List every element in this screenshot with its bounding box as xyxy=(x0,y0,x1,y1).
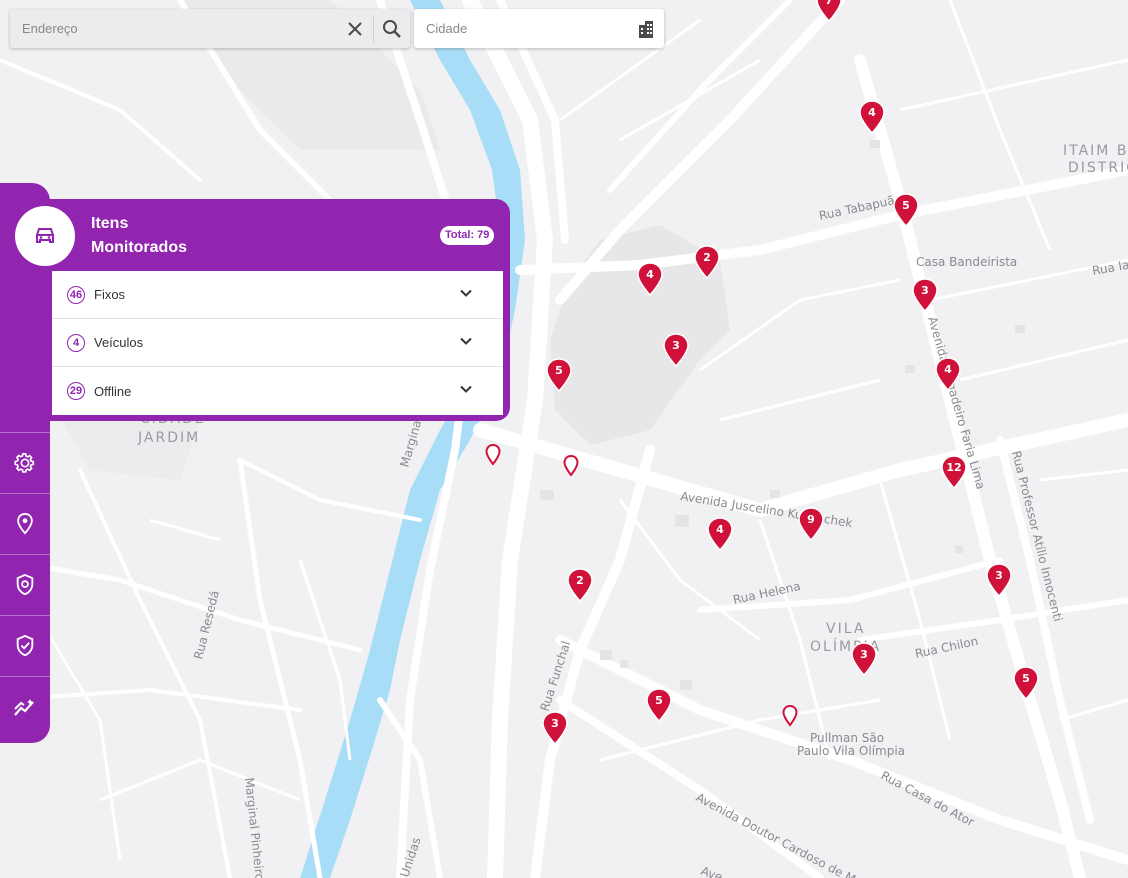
map-label-pullman-2: Paulo Vila Olímpia xyxy=(797,744,905,758)
city-input[interactable] xyxy=(414,9,628,48)
fence-button[interactable] xyxy=(0,554,50,615)
cluster-marker[interactable]: 3 xyxy=(911,278,939,312)
cluster-marker[interactable]: 4 xyxy=(934,357,962,391)
panel-title-line2: Monitorados xyxy=(91,239,187,256)
city-icon[interactable] xyxy=(628,11,664,47)
marker-count: 5 xyxy=(655,694,663,707)
marker-count: 5 xyxy=(1022,672,1030,685)
chevron-down-icon[interactable] xyxy=(459,286,473,300)
shield-location-icon xyxy=(16,574,34,596)
list-item-fixos[interactable]: 46 Fixos xyxy=(52,271,503,319)
panel-title: Itens Monitorados xyxy=(91,212,291,260)
address-search-bar xyxy=(10,9,410,48)
chevron-down-icon[interactable] xyxy=(459,382,473,396)
marker-count: 4 xyxy=(646,268,654,281)
location-marker[interactable] xyxy=(563,455,579,477)
chevron-down-icon[interactable] xyxy=(459,334,473,348)
city-search-bar xyxy=(414,9,664,48)
map-label-pullman: Pullman São xyxy=(810,731,884,745)
location-marker[interactable] xyxy=(782,705,798,727)
cluster-marker[interactable]: 5 xyxy=(1012,666,1040,700)
analytics-icon xyxy=(14,699,34,716)
gear-icon xyxy=(14,453,35,473)
cluster-marker[interactable]: 2 xyxy=(566,568,594,602)
location-pin-icon xyxy=(17,513,33,535)
marker-count: 9 xyxy=(807,513,815,526)
analytics-button[interactable] xyxy=(0,676,50,737)
count-badge: 29 xyxy=(67,382,85,400)
marker-count: 5 xyxy=(555,364,563,377)
cluster-marker[interactable]: 5 xyxy=(645,688,673,722)
panel-title-line1: Itens xyxy=(91,215,129,232)
cluster-marker[interactable]: 4 xyxy=(858,100,886,134)
cluster-marker[interactable]: 9 xyxy=(797,507,825,541)
cluster-marker[interactable]: 7 xyxy=(815,0,843,22)
cluster-marker[interactable]: 5 xyxy=(892,193,920,227)
total-badge: Total: 79 xyxy=(440,226,495,245)
address-input[interactable] xyxy=(10,9,337,48)
cluster-marker[interactable]: 5 xyxy=(545,358,573,392)
marker-count: 3 xyxy=(860,648,868,661)
locations-button[interactable] xyxy=(0,493,50,554)
car-icon xyxy=(15,206,75,266)
map-label-casa-bandeirista: Casa Bandeirista xyxy=(916,255,1017,269)
map-label-itaim-2: DISTRIC xyxy=(1068,160,1128,176)
marker-count: 4 xyxy=(944,363,952,376)
map-label-itaim: ITAIM B xyxy=(1063,143,1128,159)
cluster-marker[interactable]: 2 xyxy=(693,245,721,279)
location-marker[interactable] xyxy=(485,444,501,466)
cluster-marker[interactable]: 4 xyxy=(706,517,734,551)
row-label: Offline xyxy=(94,383,132,399)
cluster-marker[interactable]: 4 xyxy=(636,262,664,296)
marker-count: 5 xyxy=(902,199,910,212)
marker-count: 3 xyxy=(551,717,559,730)
cluster-marker[interactable]: 3 xyxy=(850,642,878,676)
marker-count: 2 xyxy=(703,251,711,264)
cluster-marker[interactable]: 3 xyxy=(541,711,569,745)
settings-button[interactable] xyxy=(0,432,50,493)
count-badge: 46 xyxy=(67,285,85,304)
marker-count: 4 xyxy=(716,523,724,536)
marker-count: 2 xyxy=(576,574,584,587)
map[interactable]: ITAIM B DISTRIC CIDADE JARDIM VILA OLÍMP… xyxy=(0,0,1128,878)
monitored-list: 46 Fixos 4 Veículos 29 Offline xyxy=(52,271,503,415)
row-label: Veículos xyxy=(94,335,144,350)
list-item-veiculos[interactable]: 4 Veículos xyxy=(52,319,503,367)
marker-count: 3 xyxy=(672,339,680,352)
marker-count: 7 xyxy=(825,0,833,7)
marker-count: 4 xyxy=(868,106,876,119)
close-icon[interactable] xyxy=(337,11,373,47)
count-badge: 4 xyxy=(67,333,85,352)
monitored-items-panel: Itens Monitorados Total: 79 46 Fixos 4 V… xyxy=(0,199,510,421)
row-label: Fixos xyxy=(94,287,126,302)
map-label-jardim: JARDIM xyxy=(137,430,200,446)
shield-check-icon xyxy=(16,635,34,657)
marker-count: 3 xyxy=(921,284,929,297)
security-button[interactable] xyxy=(0,615,50,676)
list-item-offline[interactable]: 29 Offline xyxy=(52,367,503,415)
search-icon[interactable] xyxy=(374,11,410,47)
map-label-vila: VILA xyxy=(826,621,865,637)
cluster-marker[interactable]: 3 xyxy=(985,563,1013,597)
marker-count: 12 xyxy=(946,461,962,474)
cluster-marker[interactable]: 3 xyxy=(662,333,690,367)
marker-count: 3 xyxy=(995,569,1003,582)
cluster-marker[interactable]: 12 xyxy=(940,455,968,489)
